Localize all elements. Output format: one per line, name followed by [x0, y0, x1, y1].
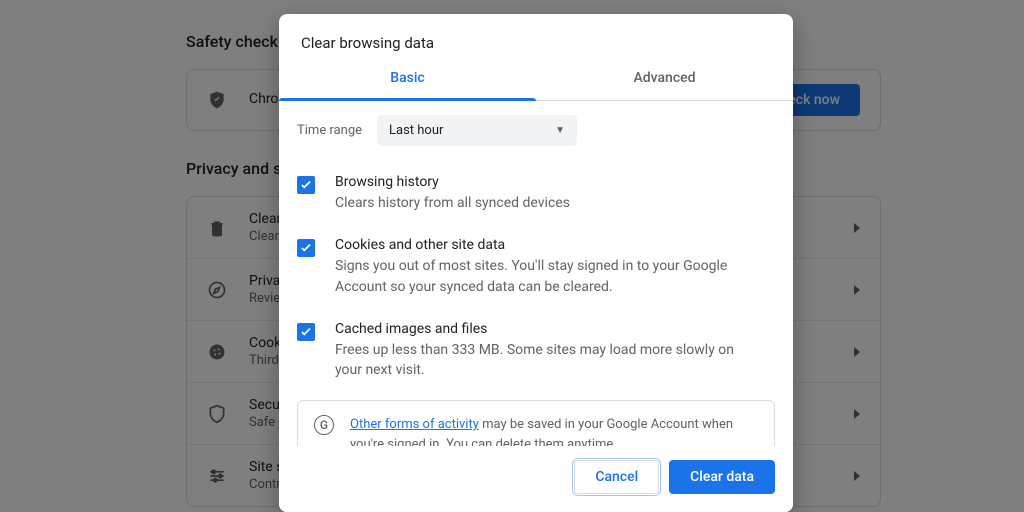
checkbox-checked-icon[interactable] — [297, 176, 315, 194]
chevron-down-icon: ▼ — [555, 125, 565, 136]
checkbox-checked-icon[interactable] — [297, 239, 315, 257]
option-title: Cookies and other site data — [335, 237, 755, 253]
dialog-title: Clear browsing data — [279, 14, 793, 70]
time-range-label: Time range — [297, 123, 377, 138]
google-account-info: G Other forms of activity may be saved i… — [297, 400, 775, 446]
option-sub: Frees up less than 333 MB. Some sites ma… — [335, 340, 755, 381]
option-title: Cached images and files — [335, 321, 755, 337]
time-range-value: Last hour — [389, 123, 443, 138]
tab-basic[interactable]: Basic — [279, 70, 536, 100]
time-range-select[interactable]: Last hour ▼ — [377, 115, 577, 146]
other-activity-link[interactable]: Other forms of activity — [350, 417, 479, 432]
option-sub: Clears history from all synced devices — [335, 193, 755, 213]
tab-advanced[interactable]: Advanced — [536, 70, 793, 100]
info-text: Other forms of activity may be saved in … — [350, 415, 758, 446]
option-cache[interactable]: Cached images and files Frees up less th… — [297, 315, 775, 399]
option-cookies[interactable]: Cookies and other site data Signs you ou… — [297, 231, 775, 315]
checkbox-checked-icon[interactable] — [297, 323, 315, 341]
clear-data-button[interactable]: Clear data — [669, 460, 775, 494]
time-range-row: Time range Last hour ▼ — [297, 115, 775, 146]
option-browsing-history[interactable]: Browsing history Clears history from all… — [297, 168, 775, 231]
google-icon: G — [314, 415, 334, 435]
option-title: Browsing history — [335, 174, 755, 190]
dialog-tabs: Basic Advanced — [279, 70, 793, 101]
dialog-body[interactable]: Time range Last hour ▼ Browsing history … — [279, 101, 793, 446]
cancel-button[interactable]: Cancel — [574, 460, 659, 494]
dialog-actions: Cancel Clear data — [279, 446, 793, 512]
clear-browsing-data-dialog: Clear browsing data Basic Advanced Time … — [279, 14, 793, 512]
option-sub: Signs you out of most sites. You'll stay… — [335, 256, 755, 297]
